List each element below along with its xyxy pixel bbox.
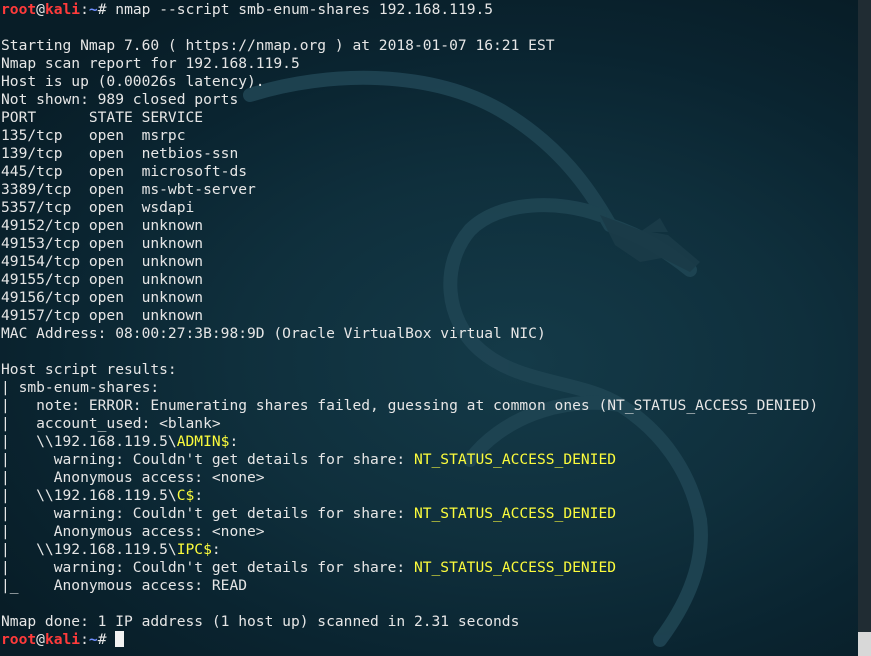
output-script-name: | smb-enum-shares: xyxy=(1,379,168,396)
command-line: root@kali:~# nmap --script smb-enum-shar… xyxy=(1,1,857,19)
prompt-at: @ xyxy=(36,631,45,648)
port-row: 445/tcp open microsoft-ds xyxy=(1,163,248,180)
share-suffix: : xyxy=(194,487,204,504)
prompt-line[interactable]: root@kali:~# xyxy=(1,631,857,649)
port-row: 49157/tcp open unknown xyxy=(1,307,204,324)
prompt-symbol: # xyxy=(97,1,116,18)
share-access: | Anonymous access: <none> xyxy=(1,523,265,540)
prompt-user: root xyxy=(1,1,37,18)
scrollbar-thumb[interactable] xyxy=(858,632,871,656)
ports-header: PORT STATE SERVICE xyxy=(1,109,204,126)
prompt-host: kali xyxy=(44,1,81,18)
output-report: Nmap scan report for 192.168.119.5 xyxy=(1,55,300,72)
share-suffix: : xyxy=(211,541,221,558)
output-note: | note: ERROR: Enumerating shares failed… xyxy=(1,397,819,414)
port-row: 49153/tcp open unknown xyxy=(1,235,204,252)
port-row: 5357/tcp open wsdapi xyxy=(1,199,195,216)
prompt-host: kali xyxy=(44,631,81,648)
output-starting: Starting Nmap 7.60 ( https://nmap.org ) … xyxy=(1,37,555,54)
warning-status: NT_STATUS_ACCESS_DENIED xyxy=(413,505,617,522)
warning-status: NT_STATUS_ACCESS_DENIED xyxy=(413,451,617,468)
warning-text: | warning: Couldn't get details for shar… xyxy=(1,451,414,468)
share-prefix: | \\192.168.119.5\ xyxy=(1,541,177,558)
command-text: nmap --script smb-enum-shares 192.168.11… xyxy=(115,1,494,18)
warning-text: | warning: Couldn't get details for shar… xyxy=(1,505,414,522)
share-name: C$ xyxy=(176,487,195,504)
share-suffix: : xyxy=(229,433,239,450)
prompt-user: root xyxy=(1,631,37,648)
share-name: ADMIN$ xyxy=(176,433,230,450)
prompt-separator: : xyxy=(80,631,89,648)
share-warning: | warning: Couldn't get details for shar… xyxy=(1,559,857,577)
port-row: 3389/tcp open ms-wbt-server xyxy=(1,181,256,198)
port-row: 135/tcp open msrpc xyxy=(1,127,186,144)
port-row: 49152/tcp open unknown xyxy=(1,217,204,234)
prompt-at: @ xyxy=(36,1,45,18)
prompt-path: ~ xyxy=(88,1,98,18)
share-prefix: | \\192.168.119.5\ xyxy=(1,433,177,450)
share-access: | Anonymous access: <none> xyxy=(1,469,265,486)
prompt-symbol: # xyxy=(97,631,116,648)
share-header: | \\192.168.119.5\ADMIN$: xyxy=(1,433,857,451)
share-warning: | warning: Couldn't get details for shar… xyxy=(1,505,857,523)
text-cursor xyxy=(115,631,125,647)
port-row: 49155/tcp open unknown xyxy=(1,271,204,288)
output-done: Nmap done: 1 IP address (1 host up) scan… xyxy=(1,613,520,630)
output-script-results: Host script results: xyxy=(1,361,177,378)
warning-text: | warning: Couldn't get details for shar… xyxy=(1,559,414,576)
port-row: 139/tcp open netbios-ssn xyxy=(1,145,239,162)
share-access: |_ Anonymous access: READ xyxy=(1,577,248,594)
terminal-window[interactable]: root@kali:~# nmap --script smb-enum-shar… xyxy=(1,1,857,655)
share-name: IPC$ xyxy=(176,541,212,558)
share-header: | \\192.168.119.5\C$: xyxy=(1,487,857,505)
output-host-up: Host is up (0.00026s latency). xyxy=(1,73,265,90)
share-header: | \\192.168.119.5\IPC$: xyxy=(1,541,857,559)
output-not-shown: Not shown: 989 closed ports xyxy=(1,91,239,108)
vertical-scrollbar[interactable] xyxy=(858,0,871,656)
output-account-used: | account_used: <blank> xyxy=(1,415,221,432)
share-warning: | warning: Couldn't get details for shar… xyxy=(1,451,857,469)
share-prefix: | \\192.168.119.5\ xyxy=(1,487,177,504)
port-row: 49154/tcp open unknown xyxy=(1,253,204,270)
port-row: 49156/tcp open unknown xyxy=(1,289,204,306)
output-mac: MAC Address: 08:00:27:3B:98:9D (Oracle V… xyxy=(1,325,546,342)
prompt-path: ~ xyxy=(88,631,98,648)
warning-status: NT_STATUS_ACCESS_DENIED xyxy=(413,559,617,576)
prompt-separator: : xyxy=(80,1,89,18)
